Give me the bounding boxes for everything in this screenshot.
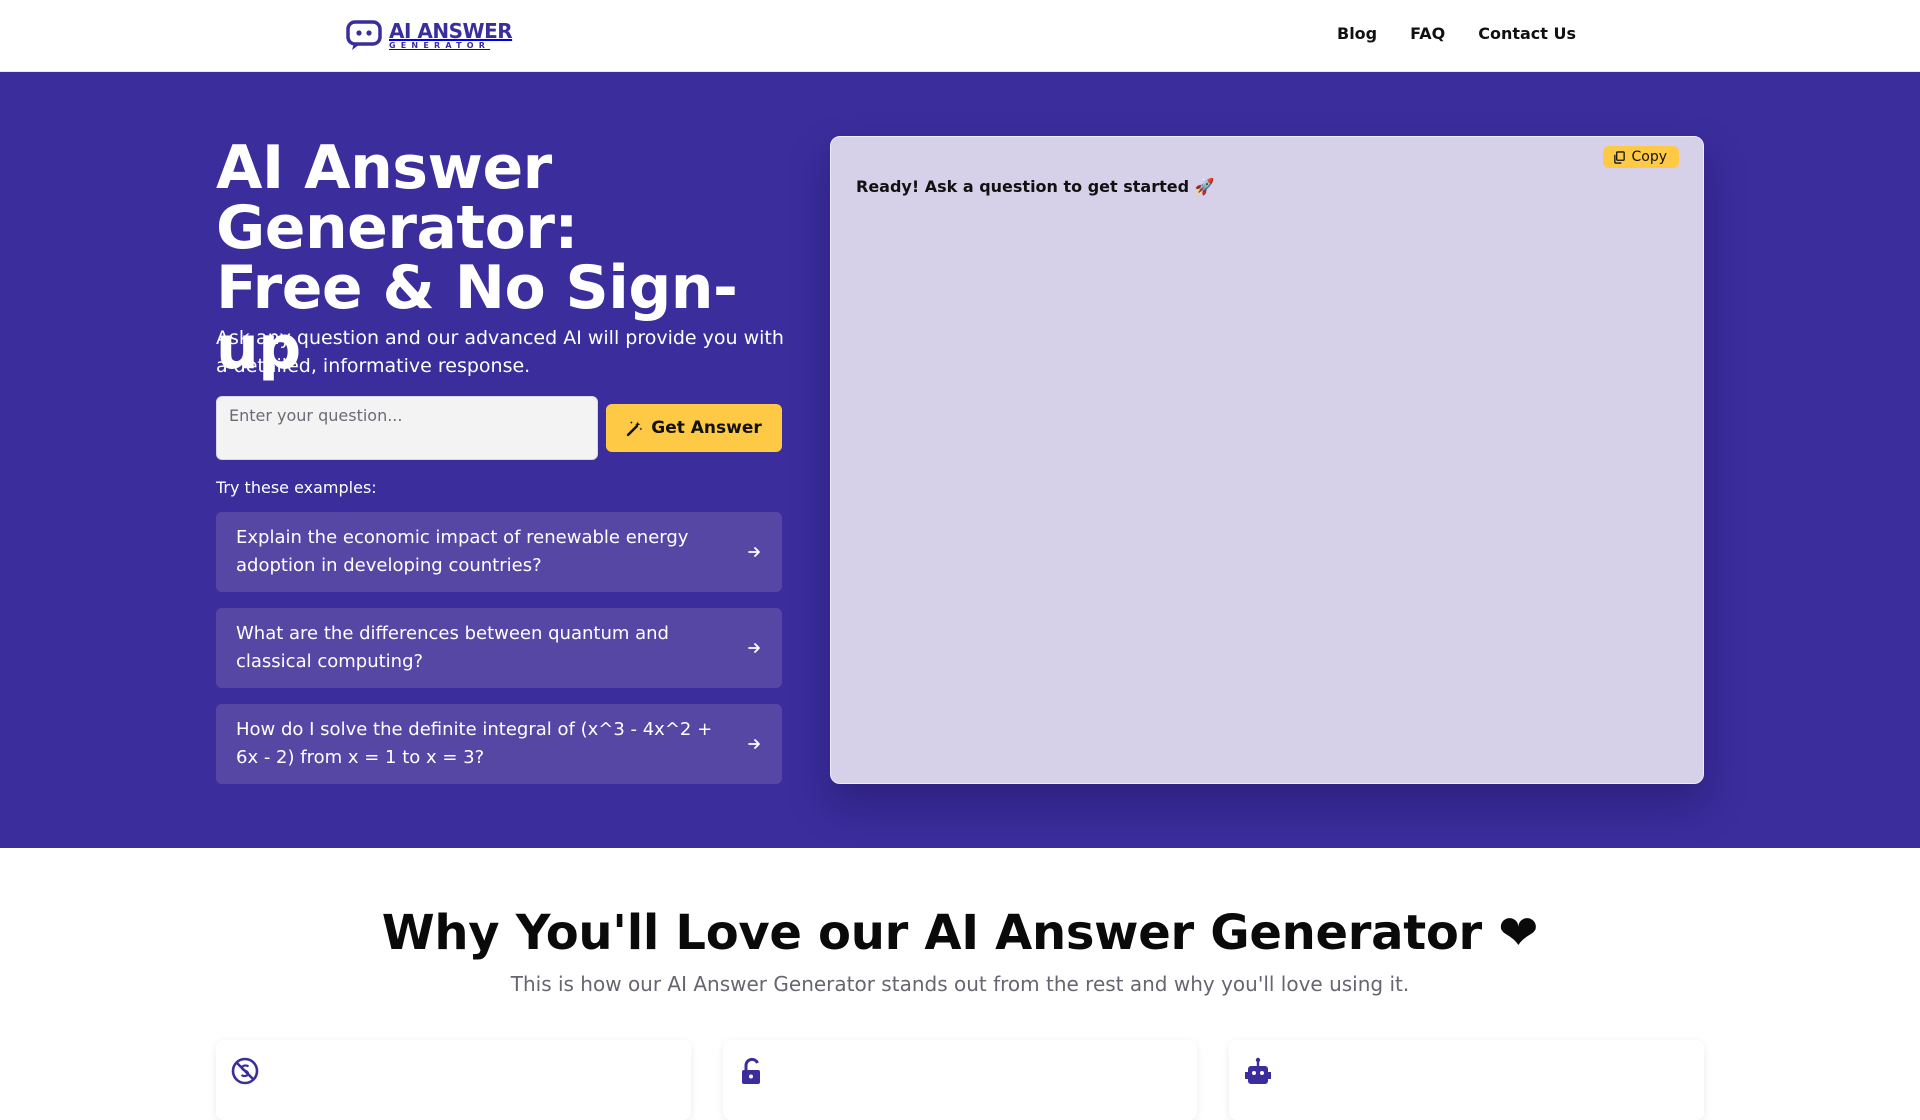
example-question-text: How do I solve the definite integral of …: [236, 719, 713, 768]
arrow-right-icon: [748, 739, 760, 749]
example-question-text: What are the differences between quantum…: [236, 623, 669, 672]
feature-card-1: [216, 1040, 691, 1120]
logo-wordmark: AI ANSWER GENERATOR: [389, 18, 513, 50]
nav-link-faq[interactable]: FAQ: [1410, 24, 1445, 43]
no-cost-icon: [231, 1057, 259, 1085]
arrow-right-icon: [748, 643, 760, 653]
answer-status-text: Ready! Ask a question to get started 🚀: [856, 177, 1215, 196]
logo-main-text: AI ANSWER: [389, 18, 513, 43]
main-nav: Blog FAQ Contact Us: [1337, 24, 1576, 43]
example-question-2[interactable]: What are the differences between quantum…: [216, 608, 782, 688]
site-logo[interactable]: AI ANSWER GENERATOR: [345, 18, 513, 52]
feature-cards: [216, 1040, 1705, 1120]
example-question-1[interactable]: Explain the economic impact of renewable…: [216, 512, 782, 592]
logo-sub-text: GENERATOR: [389, 40, 491, 50]
feature-card-3: [1229, 1040, 1705, 1120]
arrow-right-icon: [748, 547, 760, 557]
copy-label: Copy: [1631, 149, 1667, 165]
get-answer-button[interactable]: Get Answer: [606, 404, 782, 452]
feature-card-2: [722, 1040, 1198, 1120]
examples-list: Explain the economic impact of renewable…: [216, 512, 782, 784]
nav-link-blog[interactable]: Blog: [1337, 24, 1377, 43]
example-question-3[interactable]: How do I solve the definite integral of …: [216, 704, 782, 784]
nav-link-contact[interactable]: Contact Us: [1478, 24, 1576, 43]
get-answer-label: Get Answer: [651, 418, 762, 438]
copy-icon: [1614, 150, 1626, 164]
question-input[interactable]: [216, 396, 598, 460]
magic-wand-icon: [627, 420, 643, 436]
features-title: Why You'll Love our AI Answer Generator …: [381, 905, 1539, 961]
unlock-icon: [741, 1057, 760, 1084]
hero-subtitle: Ask any question and our advanced AI wil…: [216, 327, 784, 377]
chat-bubble-logo-icon: [346, 20, 382, 50]
answer-panel: Copy Ready! Ask a question to get starte…: [830, 136, 1704, 784]
example-question-text: Explain the economic impact of renewable…: [236, 527, 689, 576]
copy-button[interactable]: Copy: [1603, 146, 1679, 168]
features-subtitle: This is how our AI Answer Generator stan…: [510, 972, 1410, 996]
robot-icon: [1245, 1057, 1272, 1084]
site-header: AI ANSWER GENERATOR Blog FAQ Contact Us: [0, 0, 1920, 72]
examples-label: Try these examples:: [216, 478, 377, 497]
hero-section: AI Answer Generator: Free & No Sign-up A…: [0, 72, 1920, 848]
